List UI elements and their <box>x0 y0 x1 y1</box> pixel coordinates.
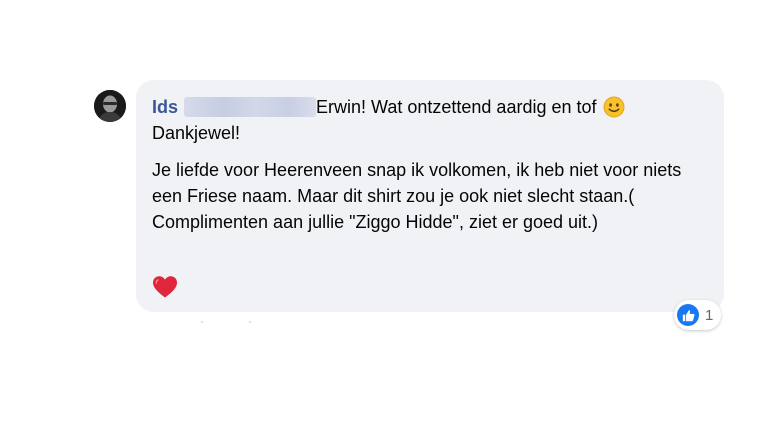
comment-text-line1-cont: Dankjewel! <box>152 123 241 143</box>
comment-paragraph: Je liefde voor Heerenveen snap ik volkom… <box>152 160 682 232</box>
faint-divider <box>201 321 251 323</box>
like-icon <box>677 304 699 326</box>
smile-emoji-icon <box>603 96 625 118</box>
reaction-summary[interactable]: 1 <box>674 300 722 330</box>
reaction-count: 1 <box>705 306 714 324</box>
comment-author[interactable]: Ids <box>152 97 178 117</box>
avatar[interactable] <box>94 90 126 122</box>
comment-bubble: Ids Erwin! Wat ontzettend aardig en tof D… <box>136 80 724 312</box>
heart-emoji-icon <box>152 275 178 299</box>
avatar-photo-icon <box>94 90 126 122</box>
comment-thread: Ids Erwin! Wat ontzettend aardig en tof D… <box>0 0 760 428</box>
comment-text-line1: Erwin! Wat ontzettend aardig en tof <box>316 97 597 117</box>
comment-first-line: Ids Erwin! Wat ontzettend aardig en tof <box>152 94 704 120</box>
redacted-name <box>184 97 317 117</box>
